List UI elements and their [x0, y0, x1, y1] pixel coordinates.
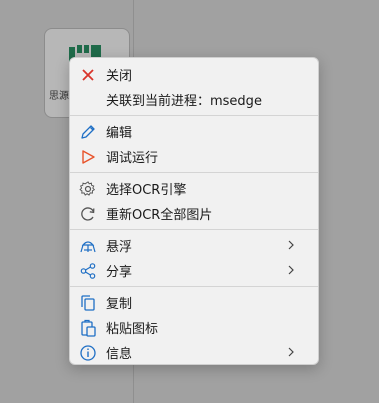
menu-item-debug-run[interactable]: 调试运行 — [70, 144, 318, 169]
menu-item-label: 关联到当前进程：msedge — [106, 94, 262, 109]
menu-item-label: 信息 — [106, 347, 133, 362]
share-icon — [78, 261, 98, 281]
chevron-right-icon — [288, 347, 294, 357]
menu-item-label: 调试运行 — [106, 151, 159, 166]
menu-item-reocr-all[interactable]: 重新OCR全部图片 — [70, 201, 318, 226]
pencil-icon — [78, 122, 98, 142]
menu-item-info[interactable]: 信息 — [70, 340, 318, 365]
menu-item-label: 粘贴图标 — [106, 322, 159, 337]
paste-icon — [78, 318, 98, 338]
menu-item-edit[interactable]: 编辑 — [70, 119, 318, 144]
menu-item-label: 分享 — [106, 265, 133, 280]
float-icon — [78, 236, 98, 256]
close-icon — [78, 65, 98, 85]
menu-item-float[interactable]: 悬浮 — [70, 233, 318, 258]
menu-item-share[interactable]: 分享 — [70, 258, 318, 283]
play-icon — [78, 147, 98, 167]
menu-item-select-ocr-engine[interactable]: 选择OCR引擎 — [70, 176, 318, 201]
menu-item-label: 关闭 — [106, 69, 133, 84]
menu-separator — [70, 229, 318, 230]
copy-icon — [78, 293, 98, 313]
menu-item-paste-icon[interactable]: 粘贴图标 — [70, 315, 318, 340]
refresh-icon — [78, 204, 98, 224]
info-icon — [78, 343, 98, 363]
app-label: 思源 — [49, 91, 69, 102]
menu-separator — [70, 115, 318, 116]
menu-separator — [70, 286, 318, 287]
menu-item-attach-process[interactable]: 关联到当前进程：msedge — [70, 87, 318, 112]
menu-item-copy[interactable]: 复制 — [70, 290, 318, 315]
menu-item-close[interactable]: 关闭 — [70, 62, 318, 87]
menu-item-label: 悬浮 — [106, 240, 133, 255]
menu-separator — [70, 172, 318, 173]
chevron-right-icon — [288, 240, 294, 250]
menu-item-label: 编辑 — [106, 126, 133, 141]
menu-item-label: 复制 — [106, 297, 133, 312]
chevron-right-icon — [288, 265, 294, 275]
gear-icon — [78, 179, 98, 199]
menu-item-label: 重新OCR全部图片 — [106, 208, 213, 223]
menu-item-label: 选择OCR引擎 — [106, 183, 187, 198]
context-menu: 关闭 关联到当前进程：msedge 编辑 调试运行 选择OCR引擎 重新OCR全… — [69, 57, 319, 365]
